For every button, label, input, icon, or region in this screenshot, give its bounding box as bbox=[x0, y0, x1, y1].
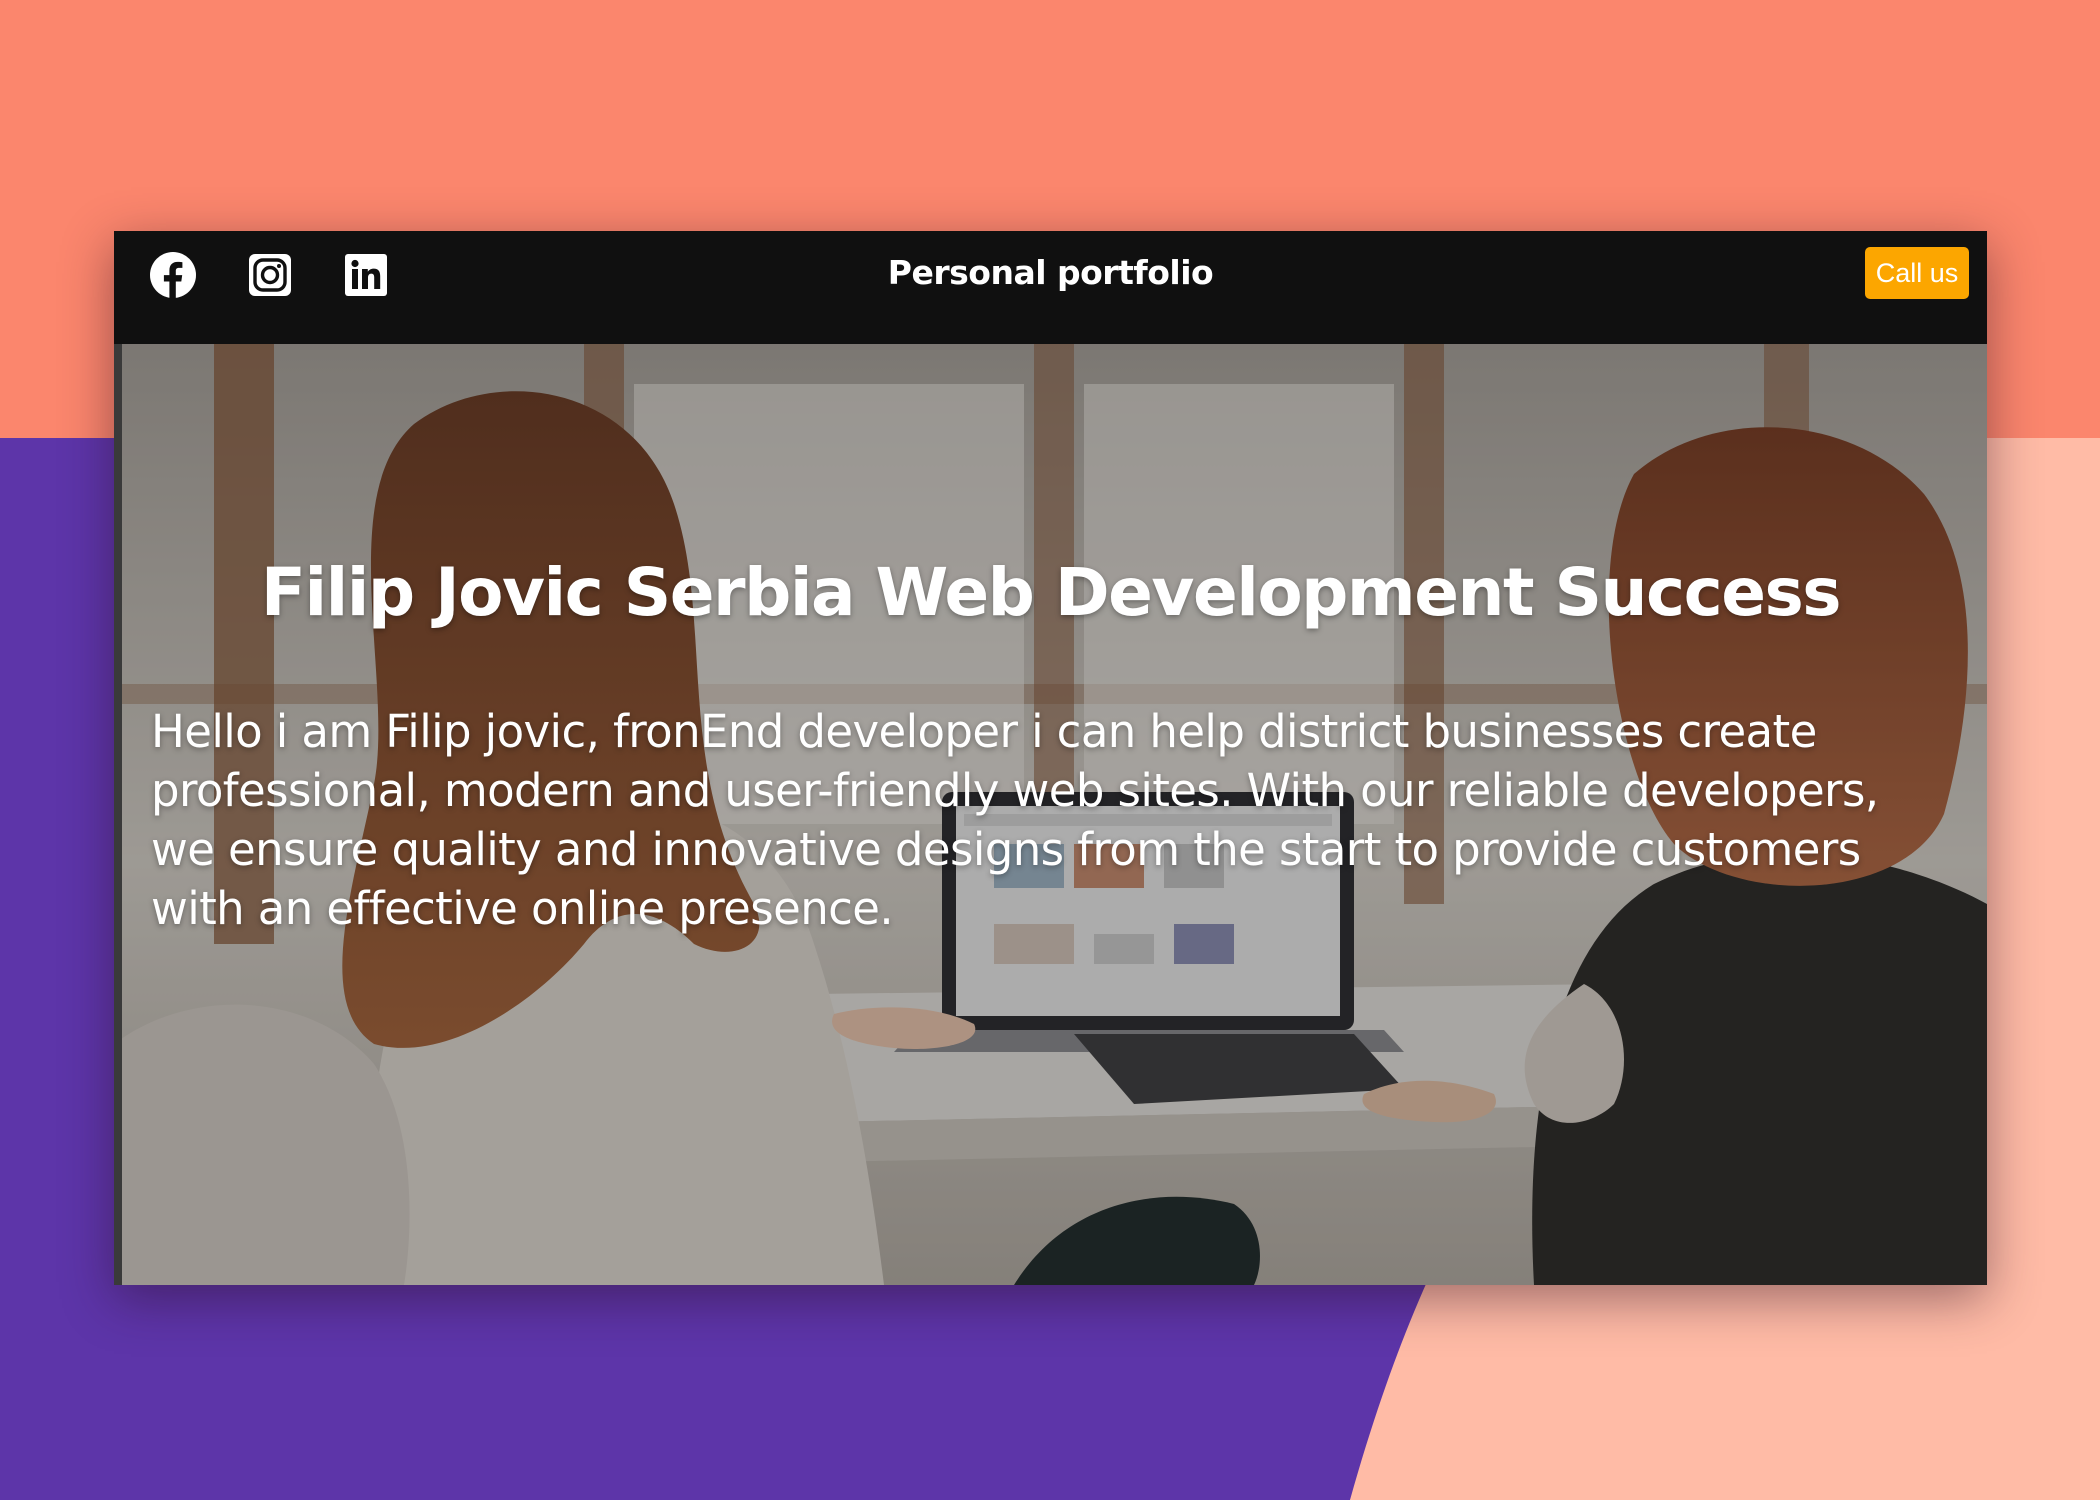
call-us-button[interactable]: Call us bbox=[1865, 247, 1969, 299]
instagram-link[interactable] bbox=[246, 251, 294, 299]
instagram-icon bbox=[249, 254, 291, 296]
browser-window: Personal portfolio Call us Filip Jovic S… bbox=[114, 231, 1987, 1285]
hero-description: Hello i am Filip jovic, fronEnd develope… bbox=[151, 705, 1879, 935]
facebook-link[interactable] bbox=[149, 251, 197, 299]
hero-heading: Filip Jovic Serbia Web Development Succe… bbox=[260, 554, 1842, 631]
site-title: Personal portfolio bbox=[887, 253, 1214, 292]
hero-section: Filip Jovic Serbia Web Development Succe… bbox=[114, 344, 1987, 1285]
linkedin-icon bbox=[345, 254, 387, 296]
navbar: Personal portfolio Call us bbox=[114, 231, 1987, 344]
facebook-icon bbox=[150, 252, 196, 298]
hero-left-edge bbox=[114, 344, 122, 1285]
linkedin-link[interactable] bbox=[342, 251, 390, 299]
